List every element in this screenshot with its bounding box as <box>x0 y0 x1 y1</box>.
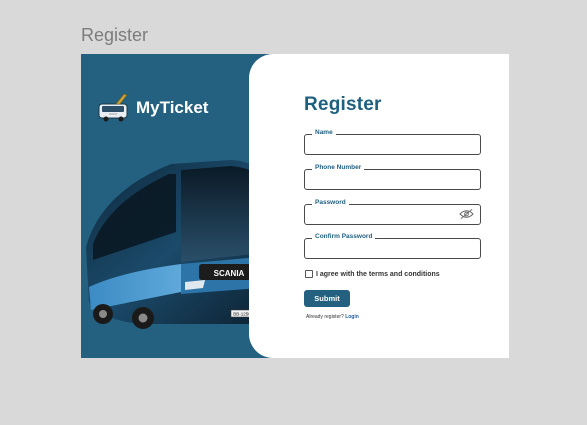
eye-off-icon[interactable] <box>459 208 474 220</box>
form-title: Register <box>304 94 382 115</box>
terms-row: I agree with the terms and conditions <box>305 270 440 278</box>
brand: MyTicket <box>96 92 208 124</box>
password-input[interactable] <box>311 208 451 220</box>
register-card: MyTicket SCANIA BB-1250 Register Name Ph… <box>81 54 509 358</box>
phone-input[interactable] <box>311 173 451 185</box>
already-registered: Already register? Login <box>306 314 359 320</box>
submit-button[interactable]: Submit <box>304 290 350 307</box>
register-form: Register Name Phone Number Password Conf… <box>304 54 489 358</box>
login-link[interactable]: Login <box>345 314 359 320</box>
terms-label: I agree with the terms and conditions <box>316 270 440 278</box>
bus-logo-icon <box>98 93 128 122</box>
phone-label: Phone Number <box>312 163 365 173</box>
page-label: Register <box>81 25 149 45</box>
phone-field[interactable]: Phone Number <box>304 163 481 190</box>
terms-checkbox[interactable] <box>305 270 313 278</box>
already-text: Already register? <box>306 314 344 320</box>
brand-name: MyTicket <box>136 98 209 117</box>
confirm-password-label: Confirm Password <box>312 232 376 242</box>
bus-brand-text: SCANIA <box>214 269 245 278</box>
name-label: Name <box>312 128 336 138</box>
name-field[interactable]: Name <box>304 128 481 155</box>
password-label: Password <box>312 198 349 208</box>
confirm-password-input[interactable] <box>311 242 451 254</box>
confirm-password-field[interactable]: Confirm Password <box>304 232 481 259</box>
name-input[interactable] <box>311 138 451 150</box>
password-field[interactable]: Password <box>304 198 481 225</box>
